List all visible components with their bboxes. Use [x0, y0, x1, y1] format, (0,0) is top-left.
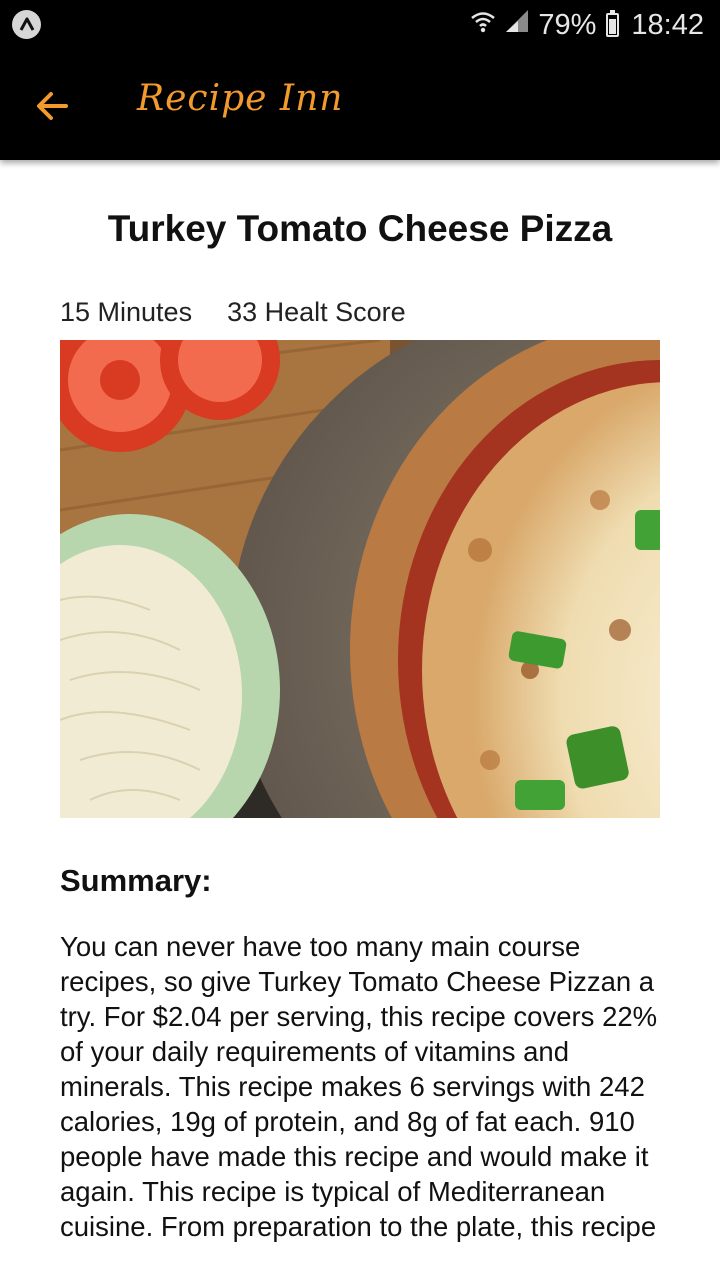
recipe-photo [60, 340, 660, 818]
recipe-meta: 15 Minutes 33 Healt Score [60, 297, 660, 328]
recipe-detail: Turkey Tomato Cheese Pizza 15 Minutes 33… [60, 160, 660, 1244]
summary-heading: Summary: [60, 863, 212, 898]
back-button[interactable] [24, 78, 80, 134]
summary-text: You can never have too many main course … [60, 931, 658, 1242]
health-score: 33 Healt Score [227, 297, 406, 327]
app-bar: Recipe Inn [0, 50, 720, 160]
app-title: Recipe Inn [137, 78, 344, 119]
signal-icon [504, 8, 530, 42]
ready-time: 15 Minutes [60, 297, 193, 327]
status-indicators: 79% 18:42 [470, 6, 704, 44]
status-bar: 79% 18:42 [0, 0, 720, 50]
recipe-title: Turkey Tomato Cheese Pizza [107, 208, 613, 249]
pizza-image [60, 340, 660, 818]
battery-icon [606, 10, 620, 37]
battery-percent: 79% [538, 8, 597, 41]
clock: 18:42 [631, 8, 704, 41]
app-notification-icon [12, 10, 41, 39]
arrow-left-icon [37, 92, 68, 120]
wifi-icon [470, 9, 496, 42]
